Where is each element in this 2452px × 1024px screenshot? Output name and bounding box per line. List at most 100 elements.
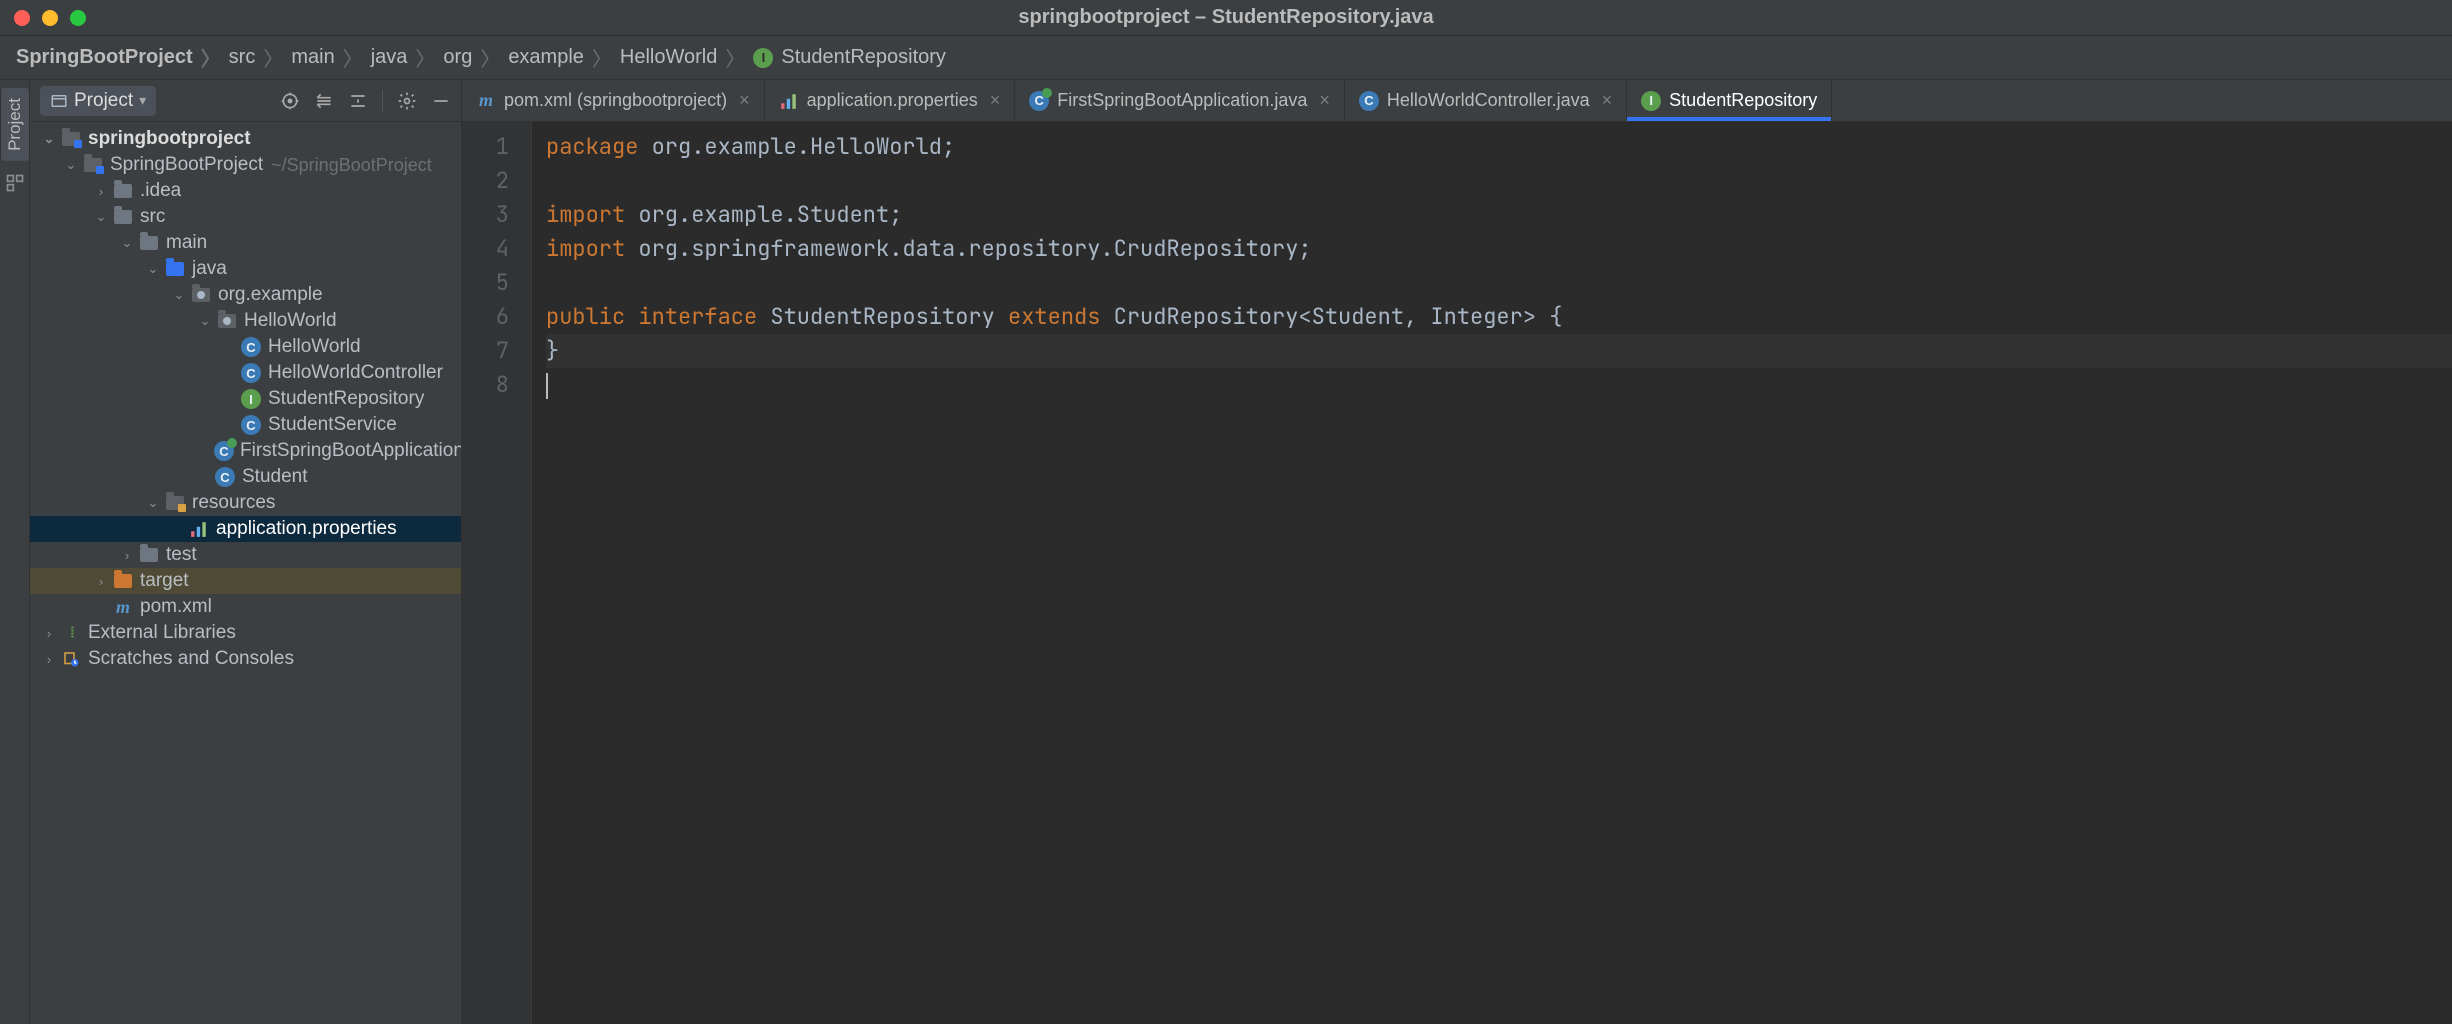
chevron-down-icon: ⌄ [60, 157, 82, 173]
close-icon[interactable]: × [1602, 90, 1613, 111]
tree-scratches[interactable]: ›Scratches and Consoles [30, 646, 461, 672]
close-icon[interactable]: × [1319, 90, 1330, 111]
excluded-folder-icon [114, 574, 132, 588]
tree-java[interactable]: ⌄java [30, 256, 461, 282]
tab-appprops[interactable]: application.properties× [765, 80, 1016, 121]
crumb-project[interactable]: SpringBootProject〉 [16, 43, 221, 72]
crumb-file[interactable]: I StudentRepository [753, 46, 946, 69]
editor-tabs: mpom.xml (springbootproject)× applicatio… [462, 80, 2452, 122]
close-icon[interactable]: × [739, 90, 750, 111]
properties-icon [188, 518, 210, 540]
scratches-icon [62, 650, 80, 668]
expand-all-icon[interactable] [314, 91, 334, 111]
tree-file-repository[interactable]: IStudentRepository [30, 386, 461, 412]
tree-package[interactable]: ⌄org.example [30, 282, 461, 308]
chevron-down-icon: ⌄ [194, 313, 216, 329]
project-view-selector[interactable]: Project ▾ [40, 86, 156, 116]
tree-main[interactable]: ⌄main [30, 230, 461, 256]
tree-external-libs[interactable]: ›⦙⦙⦙External Libraries [30, 620, 461, 646]
chevron-right-icon: › [90, 184, 112, 199]
interface-icon: I [1641, 91, 1661, 111]
window-minimize-icon[interactable] [42, 10, 58, 26]
left-gutter: Project [0, 80, 30, 1024]
window-title: springbootproject – StudentRepository.ja… [1018, 6, 1433, 29]
project-tree[interactable]: ⌄springbootproject ⌄SpringBootProject~/S… [30, 122, 461, 1024]
tree-module[interactable]: ⌄SpringBootProject~/SpringBootProject [30, 152, 461, 178]
class-icon: C [241, 363, 261, 383]
breadcrumb: SpringBootProject〉 src〉 main〉 java〉 org〉… [0, 36, 2452, 80]
tab-firstapp[interactable]: CFirstSpringBootApplication.java× [1015, 80, 1345, 121]
chevron-down-icon: ▾ [139, 92, 146, 109]
window-maximize-icon[interactable] [70, 10, 86, 26]
maven-icon: m [476, 91, 496, 111]
folder-icon [114, 210, 132, 224]
tree-src[interactable]: ⌄src [30, 204, 461, 230]
tree-idea[interactable]: ›.idea [30, 178, 461, 204]
chevron-right-icon: › [38, 652, 60, 667]
chevron-down-icon: ⌄ [116, 235, 138, 251]
tab-controller[interactable]: CHelloWorldController.java× [1345, 80, 1627, 121]
tree-helloworld-pkg[interactable]: ⌄HelloWorld [30, 308, 461, 334]
crumb-java[interactable]: java〉 [371, 43, 436, 72]
tree-resources[interactable]: ⌄resources [30, 490, 461, 516]
resources-folder-icon [166, 496, 184, 510]
interface-icon: I [241, 389, 261, 409]
properties-icon [779, 91, 799, 111]
package-icon [218, 314, 236, 328]
crumb-org[interactable]: org〉 [443, 43, 500, 72]
class-icon: C [215, 467, 235, 487]
class-icon: C [241, 337, 261, 357]
chevron-right-icon: › [38, 626, 60, 641]
source-folder-icon [166, 262, 184, 276]
gear-icon[interactable] [397, 91, 417, 111]
crumb-main[interactable]: main〉 [291, 43, 362, 72]
tree-file-controller[interactable]: CHelloWorldController [30, 360, 461, 386]
project-toolwindow: Project ▾ ⌄springbootproject ⌄SpringBoot… [30, 80, 462, 1024]
collapse-all-icon[interactable] [348, 91, 368, 111]
chevron-down-icon: ⌄ [38, 131, 60, 147]
tree-root[interactable]: ⌄springbootproject [30, 126, 461, 152]
chevron-down-icon: ⌄ [168, 287, 190, 303]
module-icon [62, 132, 80, 146]
tab-repository[interactable]: IStudentRepository [1627, 80, 1832, 121]
titlebar: springbootproject – StudentRepository.ja… [0, 0, 2452, 36]
crumb-example[interactable]: example〉 [508, 43, 612, 72]
maven-icon: m [113, 597, 133, 617]
class-icon: C [1359, 91, 1379, 111]
crumb-src[interactable]: src〉 [229, 43, 284, 72]
locate-icon[interactable] [280, 91, 300, 111]
chevron-down-icon: ⌄ [142, 495, 164, 511]
project-toolwindow-tab[interactable]: Project [0, 88, 29, 161]
line-gutter[interactable]: 12345678 [462, 122, 532, 1024]
window-close-icon[interactable] [14, 10, 30, 26]
tree-file-firstapp[interactable]: CFirstSpringBootApplication [30, 438, 461, 464]
tree-file-service[interactable]: CStudentService [30, 412, 461, 438]
module-icon [84, 158, 102, 172]
tree-file-appprops[interactable]: application.properties [30, 516, 461, 542]
folder-icon [140, 236, 158, 250]
project-icon [50, 92, 68, 110]
tab-pom[interactable]: mpom.xml (springbootproject)× [462, 80, 765, 121]
tree-pom[interactable]: mpom.xml [30, 594, 461, 620]
close-icon[interactable]: × [990, 90, 1001, 111]
crumb-helloworld[interactable]: HelloWorld〉 [620, 43, 745, 72]
class-icon: C [241, 415, 261, 435]
tree-file-student[interactable]: CStudent [30, 464, 461, 490]
tree-target[interactable]: ›target [30, 568, 461, 594]
interface-icon: I [753, 48, 773, 68]
tree-file-helloworld[interactable]: CHelloWorld [30, 334, 461, 360]
package-icon [192, 288, 210, 302]
runnable-class-icon: C [1029, 91, 1049, 111]
chevron-down-icon: ⌄ [142, 261, 164, 277]
hide-icon[interactable] [431, 91, 451, 111]
divider [382, 90, 383, 112]
folder-icon [140, 548, 158, 562]
tree-test[interactable]: ›test [30, 542, 461, 568]
runnable-class-icon: C [214, 441, 234, 461]
code-area[interactable]: package org.example.HelloWorld;import or… [532, 122, 2452, 1024]
structure-icon[interactable] [5, 173, 25, 193]
chevron-down-icon: ⌄ [90, 209, 112, 225]
chevron-right-icon: › [116, 548, 138, 563]
editor: mpom.xml (springbootproject)× applicatio… [462, 80, 2452, 1024]
chevron-right-icon: › [90, 574, 112, 589]
